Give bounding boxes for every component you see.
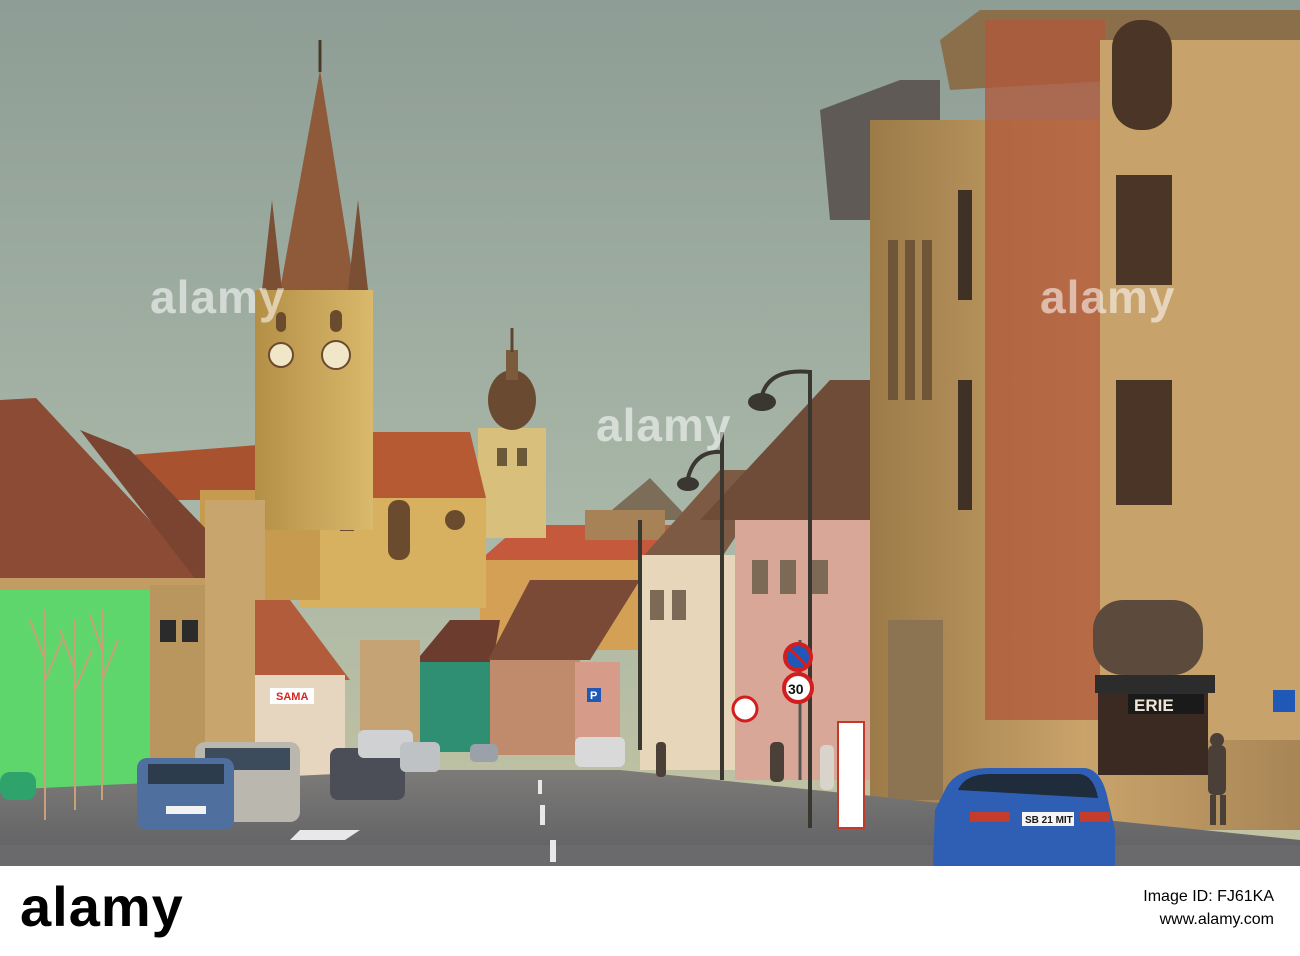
image-id: Image ID: FJ61KA (1143, 888, 1274, 905)
parking-sign: P (590, 690, 597, 702)
blue-car: SB 21 MIT (933, 768, 1115, 866)
watermark-center: alamy (596, 399, 732, 451)
footer-ids: Image ID: FJ61KA www.alamy.com (1143, 886, 1274, 932)
watermark-right: alamy (1040, 271, 1176, 323)
site-url[interactable]: www.alamy.com (1143, 908, 1274, 932)
blue-car-plate: SB 21 MIT (1025, 815, 1073, 826)
watermark-left: alamy (150, 271, 286, 323)
footer-bar: alamy Image ID: FJ61KA www.alamy.com (0, 866, 1300, 956)
alamy-logo[interactable]: alamy (20, 874, 184, 939)
shop-left-sign: SAMA (276, 691, 308, 703)
speed-limit-sign: 30 (788, 681, 804, 697)
brick-building: ERIE (820, 10, 1300, 830)
shop-right-sign: ERIE (1134, 696, 1174, 715)
